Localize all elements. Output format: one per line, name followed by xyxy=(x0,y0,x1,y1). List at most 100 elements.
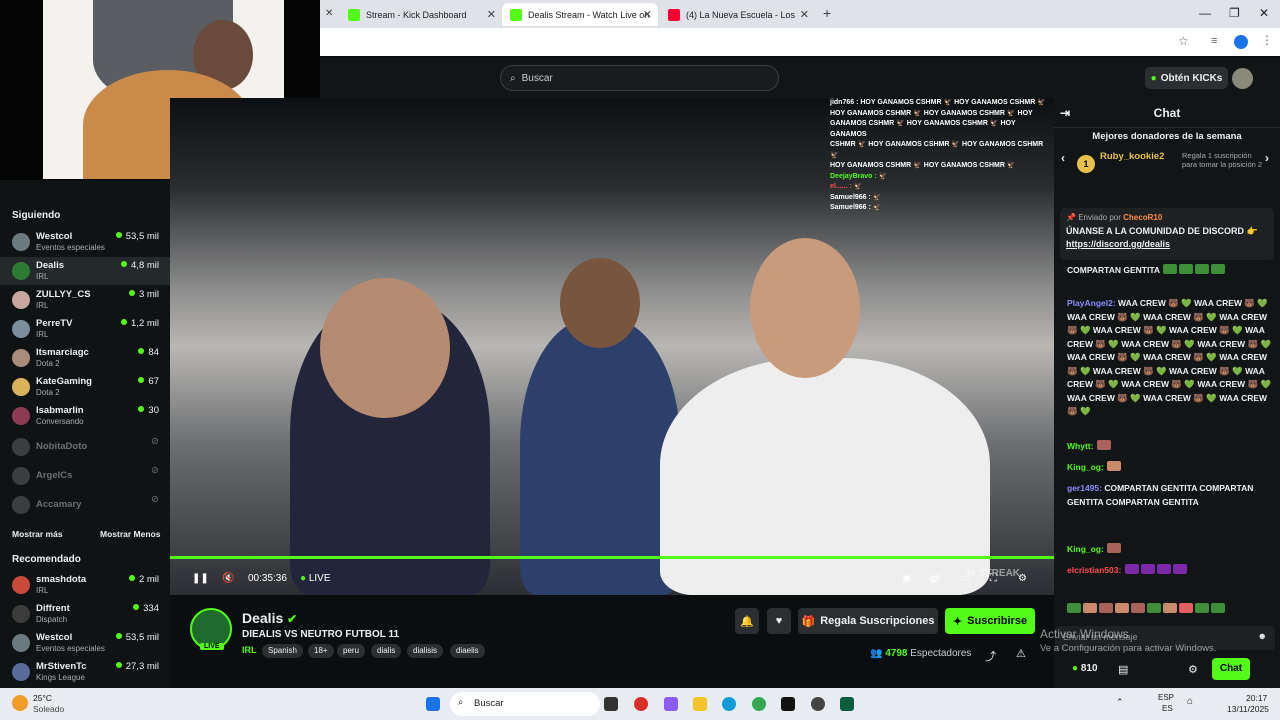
app-icon[interactable] xyxy=(811,697,825,711)
viewers-label: Espectadores xyxy=(910,648,972,659)
sidebar-channel-mrstiventc[interactable]: MrStivenTc Kings League 27,3 mil xyxy=(0,658,170,686)
sidebar-channel-nobitadoto[interactable]: NobitaDoto ⊘ xyxy=(0,433,170,461)
chevron-right-icon[interactable]: › xyxy=(1265,151,1269,165)
share-icon[interactable]: ⤴ xyxy=(985,648,996,664)
channel-category: IRL xyxy=(36,586,49,595)
sidebar-channel-smashdota[interactable]: smashdota IRL 2 mil xyxy=(0,571,170,599)
sidebar-channel-kategaming[interactable]: KateGaming Dota 2 67 xyxy=(0,373,170,401)
get-kicks-button[interactable]: ● Obtén KICKs xyxy=(1145,67,1228,89)
profile-icon[interactable] xyxy=(1234,35,1248,49)
close-tab-icon[interactable]: ✕ xyxy=(800,8,809,21)
report-icon[interactable]: ⚠ xyxy=(1016,647,1026,660)
app-icon[interactable] xyxy=(664,697,678,711)
network-icon[interactable]: ⌂ xyxy=(1187,696,1193,707)
follow-heart-button[interactable]: ♥ xyxy=(767,608,791,634)
clip-icon[interactable]: ▤ xyxy=(930,573,939,584)
close-window-button[interactable]: ✕ xyxy=(1259,6,1269,20)
close-tab-icon[interactable]: ✕ xyxy=(643,8,652,21)
address-bar[interactable]: ☆ ≡ ⋮ xyxy=(320,28,1280,56)
taskbar-search[interactable]: ⌕ Buscar xyxy=(450,692,600,716)
pause-icon[interactable]: ❚❚ xyxy=(192,573,209,584)
chat-username[interactable]: King_og: xyxy=(1067,544,1104,554)
tag-chip[interactable]: dialis xyxy=(371,644,402,658)
tab-dealis-stream[interactable]: Dealis Stream - Watch Live on ✕ xyxy=(502,3,658,26)
show-less-button[interactable]: Mostrar Menos xyxy=(100,529,160,539)
kicks-balance[interactable]: ● 810 xyxy=(1072,663,1098,674)
collapse-chat-icon[interactable]: ⇥ xyxy=(1060,98,1070,128)
top-donor-name[interactable]: Ruby_kookie2 xyxy=(1100,151,1164,162)
tag-chip[interactable]: peru xyxy=(337,644,366,658)
progress-bar[interactable] xyxy=(170,556,1054,559)
new-tab-button[interactable]: + xyxy=(823,5,831,21)
notification-bell-button[interactable]: 🔔 xyxy=(735,608,759,634)
weather-icon[interactable] xyxy=(12,695,28,711)
minimize-button[interactable]: — xyxy=(1199,6,1211,20)
keyboard-code[interactable]: ES xyxy=(1162,704,1173,713)
sidebar-channel-perretv[interactable]: PerreTV IRL 1,2 mil xyxy=(0,315,170,343)
app-icon[interactable] xyxy=(781,697,795,711)
chat-panel: ⇥ Chat Mejores donadores de la semana ‹ … xyxy=(1054,98,1280,688)
fullscreen-icon[interactable]: ⛶ xyxy=(990,573,997,584)
streamer-name[interactable]: Dealis ✔ xyxy=(242,610,297,626)
app-icon[interactable] xyxy=(634,697,648,711)
tag-chip[interactable]: dialisis xyxy=(407,644,444,658)
chat-username[interactable]: King_og: xyxy=(1067,462,1104,472)
tab-youtube[interactable]: (4) La Nueva Escuela - Los ✕ xyxy=(660,3,815,26)
theater-icon[interactable]: ▭ xyxy=(960,573,969,584)
show-more-button[interactable]: Mostrar más xyxy=(12,529,63,539)
browser-menu-icon[interactable]: ⋮ xyxy=(1261,33,1273,47)
miniplayer-icon[interactable]: ▣ xyxy=(902,573,911,584)
sidebar-channel-argelcs[interactable]: ArgelCs ⊘ xyxy=(0,462,170,490)
tag-chip[interactable]: diaelis xyxy=(450,644,485,658)
user-avatar[interactable] xyxy=(1232,68,1253,89)
chat-message-text: WAA CREW 🐻 💚 WAA CREW 🐻 💚 WAA CREW 🐻 💚 W… xyxy=(1067,298,1272,416)
chat-settings-gear-icon[interactable]: ⚙ xyxy=(1188,663,1198,676)
emote-bar[interactable] xyxy=(1066,603,1271,619)
chevron-left-icon[interactable]: ‹ xyxy=(1061,151,1065,165)
send-chat-button[interactable]: Chat xyxy=(1212,658,1250,680)
sidebar-channel-zullyy[interactable]: ZULLYY_CS IRL 3 mil xyxy=(0,286,170,314)
tab-kick-dashboard[interactable]: Stream - Kick Dashboard ✕ xyxy=(340,3,502,26)
sidebar-channel-isabmarlin[interactable]: Isabmarlin Conversando 30 xyxy=(0,402,170,430)
chat-username[interactable]: Whytt: xyxy=(1067,441,1093,451)
avatar xyxy=(12,634,30,652)
sidebar-channel-itsmarciagc[interactable]: Itsmarciagc Dota 2 84 xyxy=(0,344,170,372)
clock-date[interactable]: 13/11/2025 xyxy=(1227,704,1269,714)
task-view-icon[interactable] xyxy=(604,697,618,711)
bookmark-star-icon[interactable]: ☆ xyxy=(1178,34,1189,48)
sidebar-channel-westcol-rec[interactable]: Westcol Eventos especiales 53,5 mil xyxy=(0,629,170,657)
search-input[interactable]: ⌕ Buscar xyxy=(500,65,779,91)
clock-time[interactable]: 20:17 xyxy=(1246,693,1267,703)
sidebar-channel-accamary[interactable]: Accamary ⊘ xyxy=(0,491,170,519)
mute-icon[interactable]: 🔇 xyxy=(222,573,234,584)
chevron-up-icon[interactable]: ⌃ xyxy=(1116,697,1124,708)
sidebar-channel-dealis[interactable]: Dealis IRL 4,8 mil xyxy=(0,257,170,285)
media-control-icon[interactable]: ≡ xyxy=(1211,35,1217,47)
sidebar-channel-diffrent[interactable]: Diffrent Dispatch 334 xyxy=(0,600,170,628)
video-player[interactable]: jidn766 : HOY GANAMOS CSHMR 🦅 HOY GANAMO… xyxy=(170,98,1054,595)
app-icon[interactable] xyxy=(840,697,854,711)
settings-gear-icon[interactable]: ⚙ xyxy=(1018,573,1027,584)
close-tab-icon[interactable]: ✕ xyxy=(487,8,496,21)
pinned-by-user[interactable]: ChecoR10 xyxy=(1123,213,1162,222)
close-icon[interactable]: ✕ xyxy=(325,8,333,19)
chat-username[interactable]: ger1495: xyxy=(1067,483,1102,493)
pinned-message: 📌 Enviado por ChecoR10 ÚNANSE A LA COMUN… xyxy=(1060,208,1274,260)
chrome-icon[interactable] xyxy=(752,697,766,711)
windows-start-icon[interactable] xyxy=(426,697,440,711)
tag-chip[interactable]: 18+ xyxy=(308,644,334,658)
subscribe-button[interactable]: ✦ Suscribirse xyxy=(945,608,1035,634)
store-icon[interactable]: ▤ xyxy=(1118,663,1128,676)
emoji-picker-icon[interactable]: ☻ xyxy=(1258,631,1267,641)
file-explorer-icon[interactable] xyxy=(693,697,707,711)
gift-subs-button[interactable]: 🎁 Regala Suscripciones xyxy=(798,608,938,634)
stream-category[interactable]: IRL xyxy=(242,645,257,655)
pinned-link[interactable]: https://discord.gg/dealis xyxy=(1066,239,1170,249)
language-code[interactable]: ESP xyxy=(1158,693,1174,702)
chat-username[interactable]: PlayAngel2: xyxy=(1067,298,1116,308)
chat-username[interactable]: elcristian503: xyxy=(1067,565,1121,575)
sidebar-channel-westcol[interactable]: Westcol Eventos especiales 53,5 mil xyxy=(0,228,170,256)
edge-icon[interactable] xyxy=(722,697,736,711)
maximize-button[interactable]: ❐ xyxy=(1229,6,1240,20)
tag-chip[interactable]: Spanish xyxy=(262,644,303,658)
